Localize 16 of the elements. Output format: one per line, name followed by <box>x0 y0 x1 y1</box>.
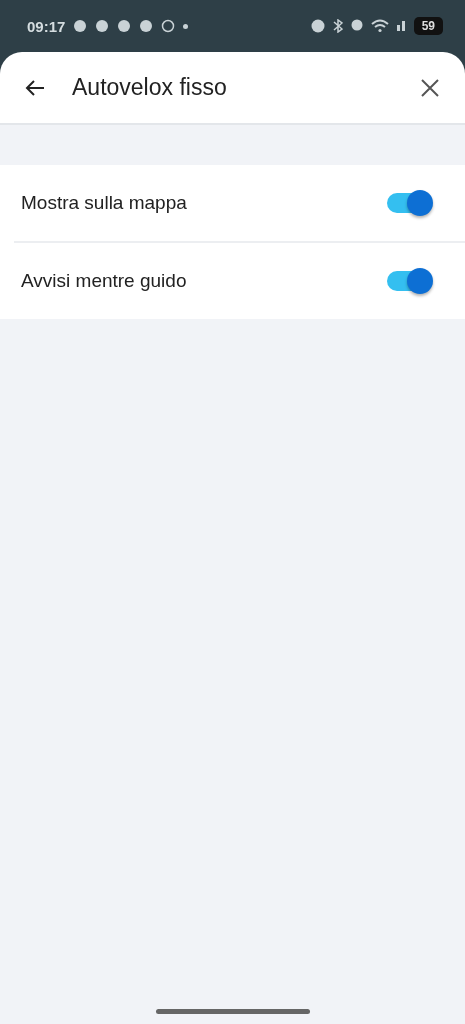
toggle-switch[interactable] <box>387 271 431 291</box>
signal-icon <box>396 21 406 31</box>
app-notification-icon <box>117 19 132 33</box>
more-dot <box>183 23 189 29</box>
ring-icon <box>161 19 176 33</box>
bluetooth-icon <box>332 19 343 33</box>
screen-title: Autovelox fisso <box>72 74 228 101</box>
wifi-icon <box>370 19 389 33</box>
app-notification-icon <box>73 19 88 33</box>
setting-label: Mostra sulla mappa <box>21 192 188 214</box>
app-notification-icon <box>139 19 154 33</box>
toggle-switch[interactable] <box>387 193 431 213</box>
status-time: 09:17 <box>27 17 66 35</box>
app-notification-icon <box>95 19 110 33</box>
battery-level: 59 <box>413 17 443 35</box>
setting-label: Avvisi mentre guido <box>21 270 188 292</box>
